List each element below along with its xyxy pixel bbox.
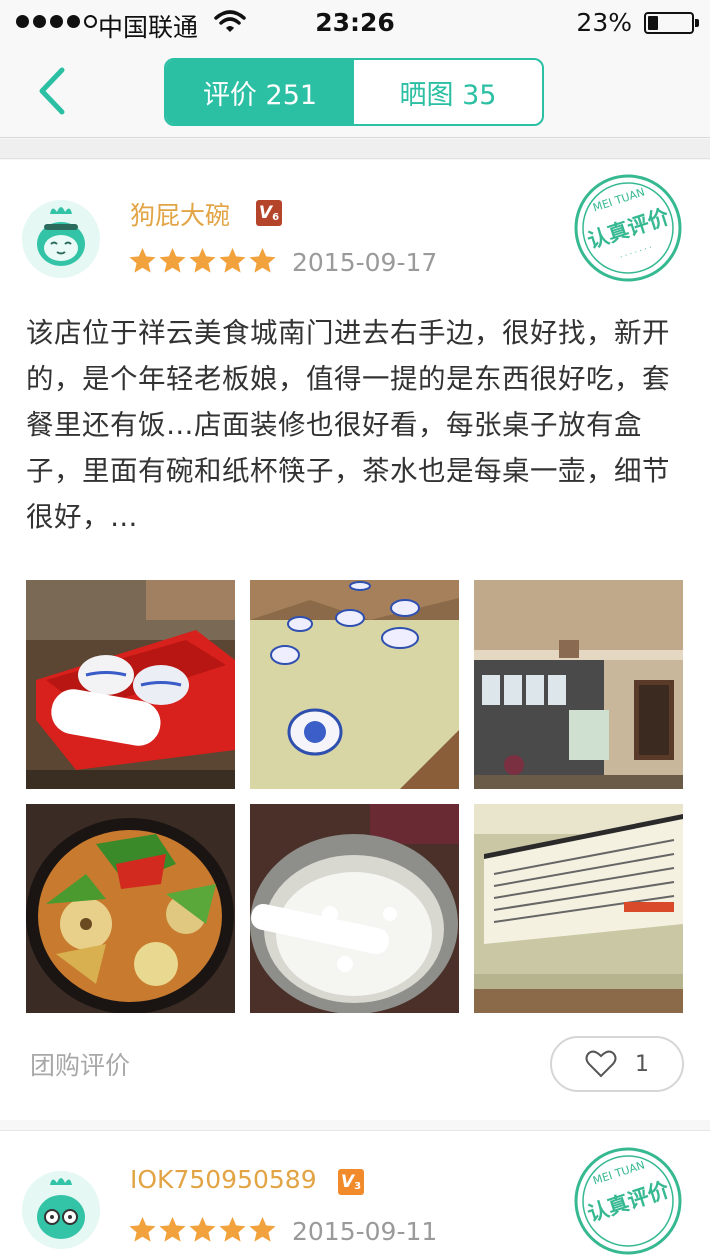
avatar[interactable] — [22, 200, 100, 278]
username[interactable]: IOK750950589 — [130, 1165, 317, 1194]
photo-grid — [26, 580, 684, 1013]
battery-percent: 23% — [576, 8, 632, 37]
like-button[interactable]: 1 — [550, 1036, 684, 1092]
tab-reviews[interactable]: 评价 251 — [166, 60, 354, 124]
svg-text:MEI TUAN: MEI TUAN — [591, 1158, 646, 1187]
svg-text:· · · · · · ·: · · · · · · · — [619, 243, 653, 262]
review-text[interactable]: 该店位于祥云美食城南门进去右手边，很好找，新开的，是个年轻老板娘，值得一提的是东… — [26, 310, 676, 540]
review-photo[interactable] — [250, 804, 459, 1013]
star-icon — [219, 1216, 246, 1242]
avatar[interactable] — [22, 1171, 100, 1249]
stamp-icon: MEI TUAN 认真评价 — [574, 1147, 682, 1255]
review-card: IOK750950589 V3 2015-09-11 MEI TUAN 认真评价 — [0, 1130, 710, 1260]
star-icon — [129, 1216, 156, 1242]
star-icon — [159, 247, 186, 273]
review-photo[interactable] — [474, 580, 683, 789]
username[interactable]: 狗屁大碗 — [130, 196, 230, 232]
battery-icon — [644, 12, 699, 34]
star-icon — [189, 247, 216, 273]
review-photo[interactable] — [474, 804, 683, 1013]
star-rating — [128, 246, 277, 275]
group-buy-label: 团购评价 — [30, 1051, 131, 1080]
star-rating — [128, 1215, 277, 1244]
tab-photos[interactable]: 晒图 35 — [354, 60, 542, 124]
chevron-left-icon[interactable] — [28, 64, 78, 118]
vip-badge: V6 — [256, 200, 282, 226]
review-card: 狗屁大碗 V6 2015-09-17 MEI TUAN 认真评价 · · · ·… — [0, 160, 710, 1120]
like-count: 1 — [635, 1051, 649, 1077]
star-icon — [249, 1216, 276, 1242]
star-icon — [189, 1216, 216, 1242]
stamp-icon: MEI TUAN 认真评价 · · · · · · · — [574, 174, 682, 282]
nav-bar: 评价 251 晒图 35 — [0, 46, 710, 138]
review-photo[interactable] — [26, 804, 235, 1013]
heart-icon — [585, 1050, 617, 1078]
review-tabs: 评价 251 晒图 35 — [164, 58, 544, 126]
svg-text:MEI TUAN: MEI TUAN — [591, 185, 646, 214]
review-date: 2015-09-11 — [292, 1217, 438, 1246]
review-photo[interactable] — [26, 580, 235, 789]
divider — [0, 139, 710, 159]
vip-badge: V3 — [338, 1169, 364, 1195]
status-bar: 中国联通 23:26 23% — [0, 0, 710, 46]
star-icon — [159, 1216, 186, 1242]
star-icon — [249, 247, 276, 273]
review-date: 2015-09-17 — [292, 248, 438, 277]
star-icon — [219, 247, 246, 273]
review-photo[interactable] — [250, 580, 459, 789]
star-icon — [129, 247, 156, 273]
